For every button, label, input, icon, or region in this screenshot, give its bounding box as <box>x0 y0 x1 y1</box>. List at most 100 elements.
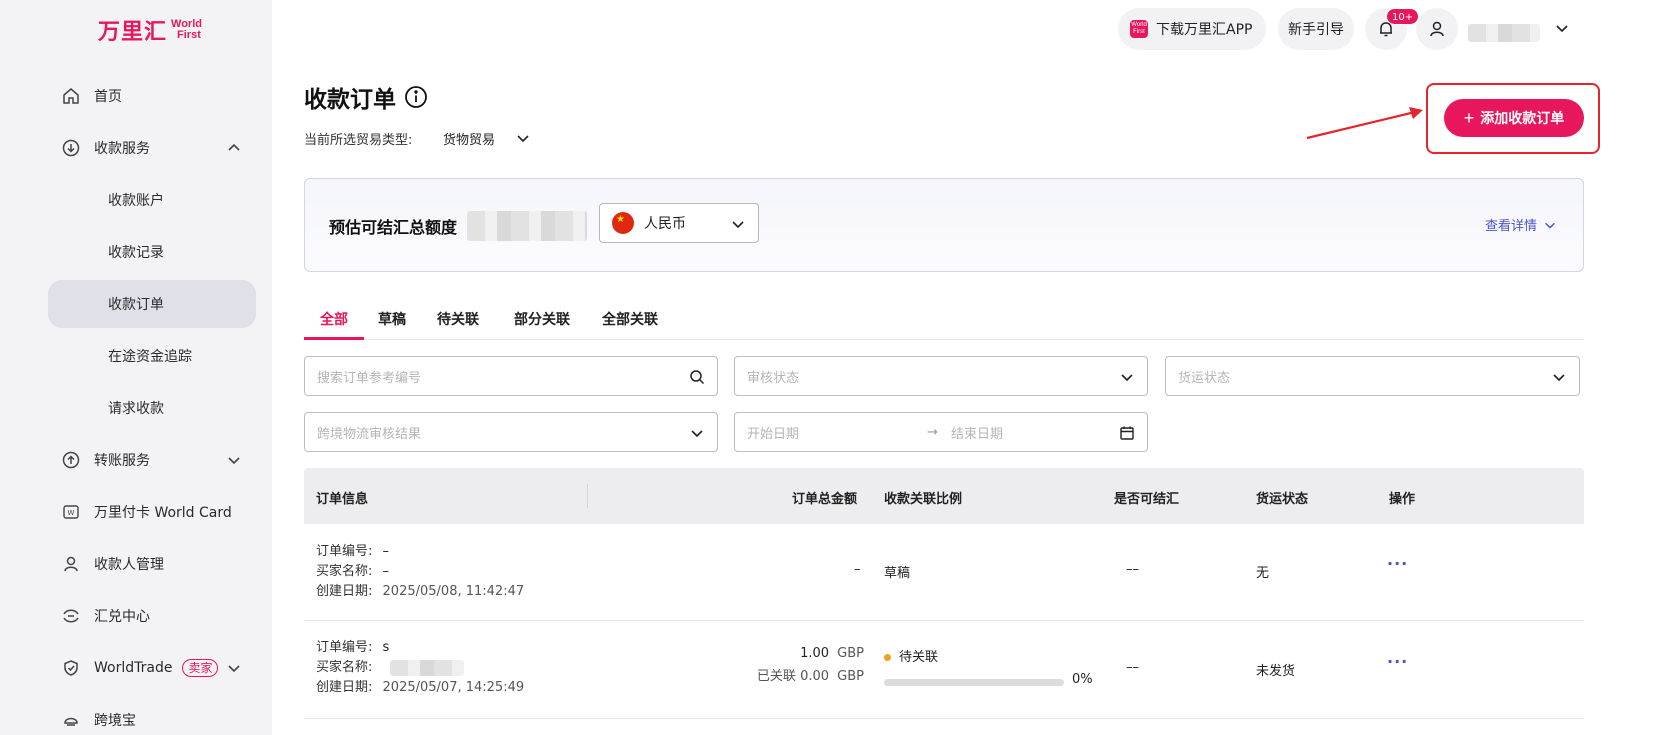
tab-fully-linked[interactable]: 全部关联 <box>600 300 660 340</box>
receive-icon <box>62 139 80 157</box>
shield-icon <box>62 659 80 677</box>
currency-select[interactable]: 人民币 <box>599 203 759 243</box>
pending-status-dot <box>884 654 891 661</box>
review-status-placeholder: 审核状态 <box>747 370 800 386</box>
date-range-picker[interactable]: 开始日期 → 结束日期 <box>734 412 1148 452</box>
review-status-select[interactable]: 审核状态 <box>734 356 1148 396</box>
add-button-label: 添加收款订单 <box>1480 110 1565 126</box>
tab-pending-link[interactable]: 待关联 <box>434 300 482 340</box>
sidebar-item-exchange-center[interactable]: 汇兑中心 <box>48 592 256 640</box>
start-date-placeholder[interactable]: 开始日期 <box>747 423 927 442</box>
sidebar-item-label: 收款服务 <box>94 141 150 157</box>
settlement-amount-redacted <box>467 211 587 241</box>
chevron-down-icon <box>226 660 242 676</box>
sidebar-item-label: 汇兑中心 <box>94 609 150 625</box>
settleable-value: –– <box>1126 660 1139 675</box>
sidebar-item-fund-tracking[interactable]: 在途资金追踪 <box>48 332 256 380</box>
logo-en-text: World First <box>171 19 202 41</box>
column-link-ratio: 收款关联比例 <box>884 492 963 507</box>
sidebar-item-request-payment[interactable]: 请求收款 <box>48 384 256 432</box>
sidebar-item-payee-management[interactable]: 收款人管理 <box>48 540 256 588</box>
settlement-label: 预估可结汇总额度 <box>329 218 458 237</box>
buyer-label: 买家名称: <box>316 564 373 579</box>
chevron-down-icon <box>689 425 705 441</box>
brand-logo[interactable]: 万里汇 World First <box>98 14 202 46</box>
logistics-review-select[interactable]: 跨境物流审核结果 <box>304 412 718 452</box>
sidebar-item-transfer-service[interactable]: 转账服务 <box>48 436 256 484</box>
link-status-value: 待关联 <box>899 650 939 665</box>
user-name-redacted <box>1468 24 1540 42</box>
more-actions-icon[interactable]: ··· <box>1387 554 1408 573</box>
trade-type-chevron-icon[interactable] <box>515 130 531 146</box>
sidebar-item-receive-accounts[interactable]: 收款账户 <box>48 176 256 224</box>
shipping-value: 未发货 <box>1256 664 1296 679</box>
end-date-placeholder[interactable]: 结束日期 <box>951 423 1003 442</box>
tab-draft[interactable]: 草稿 <box>374 300 410 340</box>
order-no-value: s <box>382 640 390 655</box>
order-no-label: 订单编号: <box>316 640 373 655</box>
download-app-button[interactable]: World First 下载万里汇APP <box>1118 8 1266 50</box>
sidebar-sub-label: 在途资金追踪 <box>108 349 192 365</box>
shipping-value: 无 <box>1256 566 1270 581</box>
order-info-cell: 订单编号: – 买家名称: – 创建日期: 2025/05/08, 11:42:… <box>316 542 524 602</box>
buyer-value: – <box>382 564 390 579</box>
sidebar-item-label: 跨境宝 <box>94 713 136 729</box>
user-avatar-button[interactable] <box>1416 8 1458 50</box>
order-no-label: 订单编号: <box>316 544 373 559</box>
chevron-down-icon <box>1551 369 1567 385</box>
sidebar-item-receive-service[interactable]: 收款服务 <box>48 124 256 172</box>
created-label: 创建日期: <box>316 584 373 599</box>
date-range-arrow: → <box>927 424 938 440</box>
column-total-amount: 订单总金额 <box>792 492 858 507</box>
shipping-status-select[interactable]: 货运状态 <box>1165 356 1580 396</box>
chevron-down-icon <box>226 452 242 468</box>
sidebar-item-label: 收款人管理 <box>94 557 164 573</box>
column-settleable: 是否可结汇 <box>1114 492 1180 507</box>
link-progress-bar <box>884 679 1064 686</box>
currency-value: 人民币 <box>644 216 686 232</box>
column-separator <box>587 484 588 508</box>
created-value: 2025/05/07, 14:25:49 <box>382 680 525 695</box>
sidebar: 万里汇 World First 首页 收款服务 收款账户 收款记录 收款订单 在… <box>0 0 272 735</box>
amount-value: – <box>854 562 861 577</box>
amount-value: 1.00 <box>800 646 830 661</box>
exchange-icon <box>62 607 80 625</box>
plus-icon: + <box>1463 107 1475 128</box>
beginner-guide-button[interactable]: 新手引导 <box>1278 8 1354 50</box>
sidebar-item-world-card[interactable]: W 万里付卡 World Card <box>48 488 256 536</box>
view-details-link[interactable]: 查看详情 <box>1485 215 1557 234</box>
amount-currency: GBP <box>837 646 864 661</box>
svg-text:W: W <box>68 509 75 517</box>
sidebar-item-receive-orders[interactable]: 收款订单 <box>48 280 256 328</box>
notification-count-badge: 10+ <box>1386 8 1420 25</box>
settlement-estimate-card: 预估可结汇总额度 人民币 查看详情 <box>304 178 1584 272</box>
tab-partially-linked[interactable]: 部分关联 <box>512 300 572 340</box>
column-actions: 操作 <box>1389 492 1416 507</box>
china-flag-icon <box>612 212 634 234</box>
sidebar-item-receive-records[interactable]: 收款记录 <box>48 228 256 276</box>
sidebar-sub-label: 收款订单 <box>108 297 164 313</box>
table-row[interactable]: 订单编号: – 买家名称: – 创建日期: 2025/05/08, 11:42:… <box>304 524 1584 621</box>
sidebar-item-home[interactable]: 首页 <box>48 72 256 120</box>
sidebar-sub-label: 请求收款 <box>108 401 164 417</box>
user-menu-chevron-icon[interactable] <box>1554 20 1570 36</box>
trade-type-value[interactable]: 货物贸易 <box>443 129 495 148</box>
sidebar-item-worldtrade[interactable]: WorldTrade 卖家 <box>48 644 256 692</box>
chevron-down-icon <box>1119 369 1135 385</box>
home-icon <box>62 87 80 105</box>
search-icon <box>689 369 705 385</box>
linked-label: 已关联 <box>756 669 796 684</box>
buyer-name-redacted <box>390 660 464 676</box>
info-icon[interactable] <box>404 85 428 109</box>
sidebar-item-crossborder[interactable]: 跨境宝 <box>48 696 256 735</box>
more-actions-icon[interactable]: ··· <box>1387 652 1408 671</box>
search-input[interactable]: 搜索订单参考编号 <box>304 356 718 396</box>
tab-all[interactable]: 全部 <box>304 300 364 340</box>
order-info-cell: 订单编号: s 买家名称: 创建日期: 2025/05/07, 14:25:49 <box>316 638 524 698</box>
table-row[interactable]: 订单编号: s 买家名称: 创建日期: 2025/05/07, 14:25:49… <box>304 622 1584 719</box>
orders-table-header: 订单信息 订单总金额 收款关联比例 是否可结汇 货运状态 操作 <box>304 468 1584 524</box>
sidebar-item-label: WorldTrade <box>94 660 173 676</box>
order-status-tabs: 全部 草稿 待关联 部分关联 全部关联 <box>304 300 1584 340</box>
add-receivable-order-button[interactable]: + 添加收款订单 <box>1444 99 1584 137</box>
link-status-cell: 待关联 <box>884 646 938 665</box>
